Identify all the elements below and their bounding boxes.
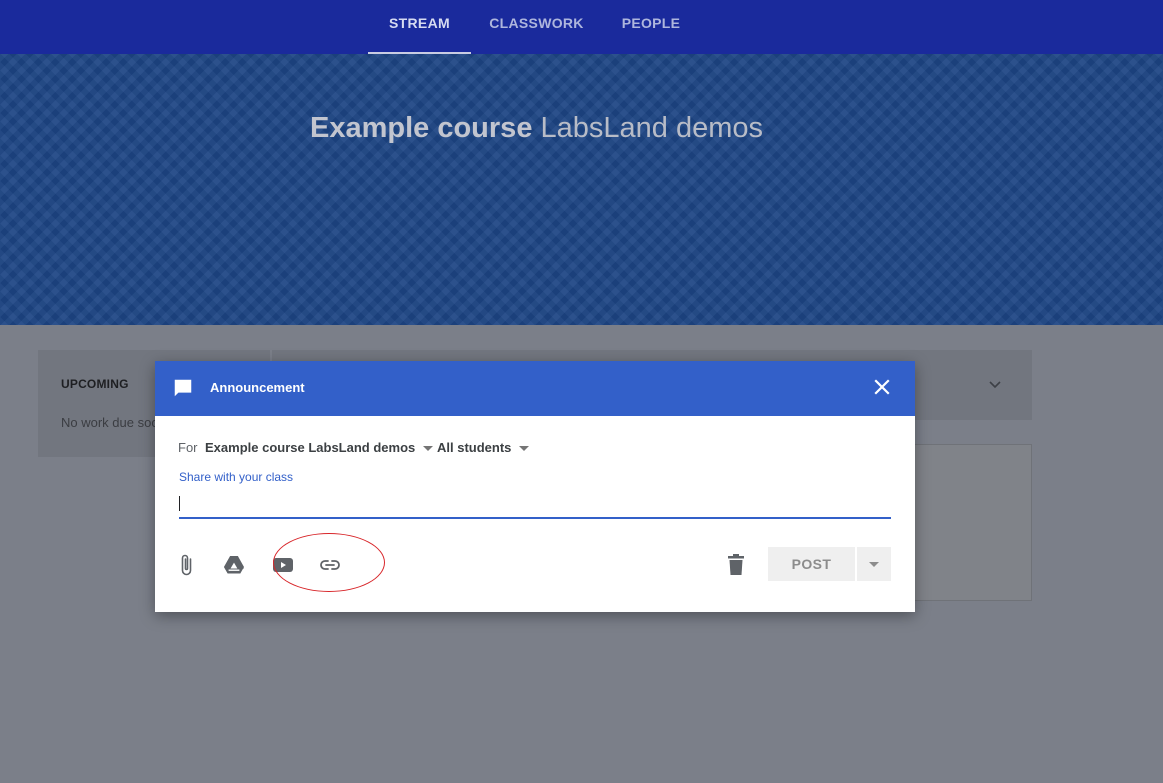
attach-icon[interactable] [174, 553, 198, 577]
course-banner [0, 54, 1163, 325]
audience-select[interactable]: All students [437, 440, 530, 455]
dialog-title: Announcement [210, 380, 305, 395]
tab-classwork[interactable]: CLASSWORK [485, 0, 588, 54]
announcement-text-input[interactable] [179, 492, 891, 519]
course-section: LabsLand demos [540, 112, 764, 144]
dialog-header: Announcement [155, 361, 915, 416]
upcoming-title: UPCOMING [61, 377, 129, 391]
post-button[interactable]: POST [768, 547, 855, 581]
link-icon[interactable] [318, 553, 342, 577]
caret-down-icon [869, 562, 879, 567]
chevron-down-icon[interactable] [987, 377, 1003, 393]
upcoming-text: No work due soon [61, 415, 166, 430]
course-title: Example course LabsLand demos [310, 112, 763, 145]
course-name: Example course [310, 112, 533, 144]
course-select[interactable]: Example course LabsLand demos [205, 440, 434, 455]
post-options-button[interactable] [857, 547, 891, 581]
close-icon[interactable] [872, 377, 892, 397]
youtube-icon[interactable] [271, 553, 295, 577]
caret-down-icon [423, 446, 434, 452]
share-field-label: Share with your class [179, 470, 294, 484]
drive-icon[interactable] [222, 553, 246, 577]
text-cursor [179, 496, 180, 511]
announcement-dialog: Announcement For Example course LabsLand… [155, 361, 915, 612]
trash-icon[interactable] [725, 553, 747, 577]
course-select-value: Example course LabsLand demos [205, 440, 416, 455]
audience-select-value: All students [437, 440, 512, 455]
caret-down-icon [519, 446, 530, 452]
tab-stream[interactable]: STREAM [368, 0, 471, 54]
top-nav-bar: STREAM CLASSWORK PEOPLE [0, 0, 1163, 54]
for-label: For [178, 440, 198, 455]
tab-people[interactable]: PEOPLE [613, 0, 689, 54]
announcement-icon [174, 379, 192, 397]
